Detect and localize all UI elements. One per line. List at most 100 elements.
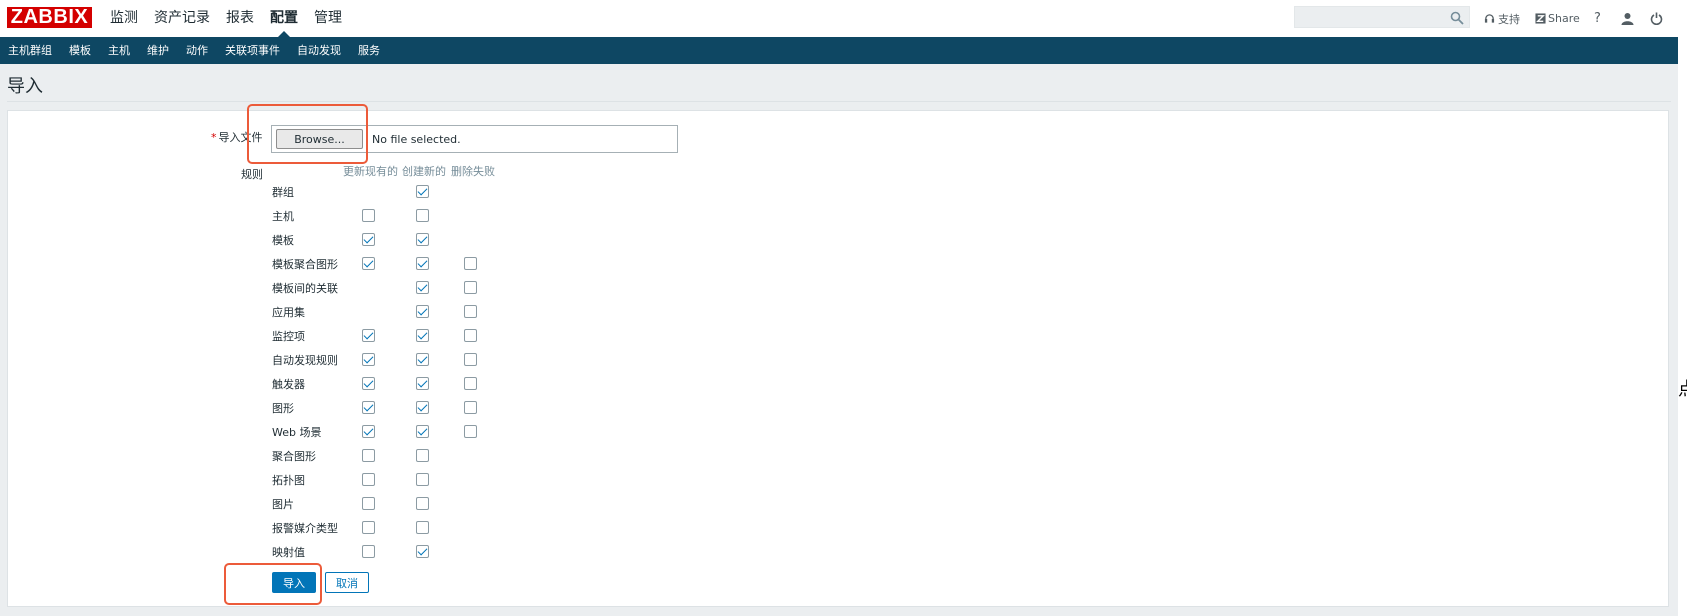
title-divider [7,101,1671,102]
rule-update-checkbox[interactable] [362,425,375,438]
sub-nav-event-correlation[interactable]: 关联项事件 [217,37,289,64]
browse-button[interactable]: Browse... [276,129,363,149]
rule-update-checkbox[interactable] [362,497,375,510]
rule-create-checkbox[interactable] [416,281,429,294]
rule-label: 应用集 [272,306,305,319]
file-input[interactable]: Browse... No file selected. [271,125,678,153]
rule-create-checkbox[interactable] [416,473,429,486]
import-file-label: * 导入文件 [211,129,263,145]
rule-label: Web 场景 [272,426,322,439]
rule-create-checkbox[interactable] [416,329,429,342]
rule-update-checkbox[interactable] [362,233,375,246]
rule-delete-checkbox[interactable] [464,281,477,294]
rule-label: 模板聚合图形 [272,258,338,271]
sign-out-button[interactable] [1650,0,1663,37]
profile-button[interactable] [1621,0,1634,37]
sub-nav-actions[interactable]: 动作 [178,37,217,64]
rule-create-checkbox[interactable] [416,185,429,198]
rule-label: 自动发现规则 [272,354,338,367]
rule-delete-checkbox[interactable] [464,305,477,318]
main-nav-reports[interactable]: 报表 [218,0,262,37]
rule-update-checkbox[interactable] [362,473,375,486]
rules-label: 规则 [241,168,263,181]
main-nav: 监测 资产记录 报表 配置 管理 [102,0,350,37]
sub-nav-maintenance[interactable]: 维护 [139,37,178,64]
rule-create-checkbox[interactable] [416,521,429,534]
rule-update-checkbox[interactable] [362,353,375,366]
import-file-label-text: 导入文件 [218,131,263,144]
user-icon [1621,13,1634,25]
main-nav-monitoring[interactable]: 监测 [102,0,146,37]
rule-label: 模板 [272,234,294,247]
help-button[interactable]: ? [1594,0,1601,37]
rule-label: 群组 [272,186,294,199]
rule-create-checkbox[interactable] [416,233,429,246]
rule-label: 拓扑图 [272,474,305,487]
search-input[interactable] [1295,7,1453,27]
rule-delete-checkbox[interactable] [464,329,477,342]
rule-create-checkbox[interactable] [416,305,429,318]
rule-update-checkbox[interactable] [362,329,375,342]
rule-create-checkbox[interactable] [416,401,429,414]
top-header: ZABBIX 监测 资产记录 报表 配置 管理 支持 Share ? [0,0,1678,38]
rule-label: 报警媒介类型 [272,522,338,535]
rule-delete-checkbox[interactable] [464,377,477,390]
col-header-update: 更新现有的 [343,165,398,178]
col-header-create: 创建新的 [402,165,446,178]
rule-delete-checkbox[interactable] [464,425,477,438]
sub-nav-templates[interactable]: 模板 [61,37,100,64]
rule-label: 模板间的关联 [272,282,338,295]
rule-create-checkbox[interactable] [416,353,429,366]
rule-label: 监控项 [272,330,305,343]
rule-label: 聚合图形 [272,450,316,463]
main-nav-configuration[interactable]: 配置 [262,0,306,37]
rule-update-checkbox[interactable] [362,521,375,534]
file-status: No file selected. [372,133,461,146]
rule-create-checkbox[interactable] [416,449,429,462]
power-icon [1650,12,1663,25]
rule-create-checkbox[interactable] [416,545,429,558]
sub-nav-hosts[interactable]: 主机 [100,37,139,64]
rule-update-checkbox[interactable] [362,377,375,390]
right-edge-strip [1678,0,1687,616]
rule-label: 图形 [272,402,294,415]
col-header-delete: 删除失败 [451,165,495,178]
rule-update-checkbox[interactable] [362,401,375,414]
rule-delete-checkbox[interactable] [464,401,477,414]
support-label: 支持 [1498,12,1520,26]
edge-glyph: 点 [1678,375,1687,401]
rule-delete-checkbox[interactable] [464,257,477,270]
rule-delete-checkbox[interactable] [464,353,477,366]
rule-create-checkbox[interactable] [416,377,429,390]
search-box [1294,6,1470,28]
rule-label: 图片 [272,498,294,511]
main-nav-administration[interactable]: 管理 [306,0,350,37]
headset-icon [1484,14,1495,23]
rule-create-checkbox[interactable] [416,209,429,222]
rule-create-checkbox[interactable] [416,257,429,270]
rule-create-checkbox[interactable] [416,497,429,510]
share-icon [1535,13,1546,24]
cancel-button[interactable]: 取消 [325,572,369,593]
sub-nav-host-groups[interactable]: 主机群组 [0,37,61,64]
rule-label: 触发器 [272,378,305,391]
sub-nav: 主机群组 模板 主机 维护 动作 关联项事件 自动发现 服务 [0,37,1678,64]
support-link[interactable]: 支持 [1484,0,1520,37]
rule-update-checkbox[interactable] [362,545,375,558]
help-icon: ? [1594,11,1601,26]
search-icon[interactable] [1450,11,1464,25]
rule-update-checkbox[interactable] [362,449,375,462]
rule-update-checkbox[interactable] [362,257,375,270]
import-form-panel [7,110,1669,607]
share-link[interactable]: Share [1535,0,1580,37]
import-button[interactable]: 导入 [272,572,316,593]
sub-nav-discovery[interactable]: 自动发现 [289,37,350,64]
share-label: Share [1548,12,1580,25]
rule-label: 映射值 [272,546,305,559]
zabbix-logo[interactable]: ZABBIX [7,7,92,28]
main-nav-inventory[interactable]: 资产记录 [146,0,218,37]
page-title: 导入 [7,76,43,97]
rule-create-checkbox[interactable] [416,425,429,438]
rule-update-checkbox[interactable] [362,209,375,222]
sub-nav-services[interactable]: 服务 [350,37,389,64]
